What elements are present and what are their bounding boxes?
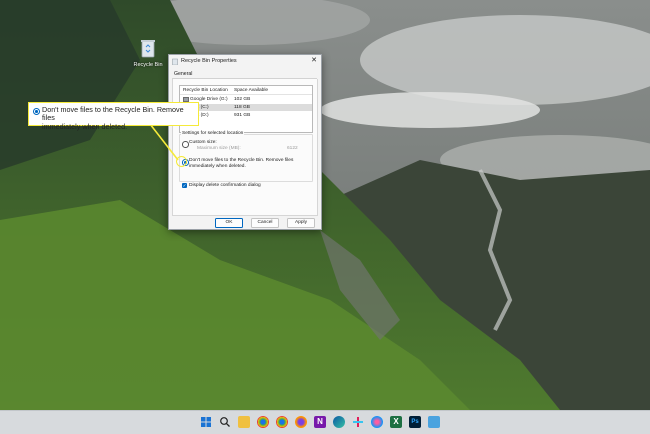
chrome-icon[interactable]	[257, 416, 269, 428]
list-item[interactable]: Disk (C:) 118 GB	[180, 104, 312, 111]
dont-move-files-label-line2: immediately when deleted.	[189, 163, 246, 169]
cancel-button[interactable]: Cancel	[251, 218, 279, 228]
callout-box: Don't move files to the Recycle Bin. Rem…	[28, 102, 199, 131]
firefox-icon[interactable]	[295, 416, 307, 428]
notepad-icon[interactable]	[428, 416, 440, 428]
photoshop-icon[interactable]: Ps	[409, 416, 421, 428]
apply-button[interactable]: Apply	[287, 218, 315, 228]
column-header-space[interactable]: Space Available	[234, 88, 268, 93]
onenote-icon[interactable]: N	[314, 416, 326, 428]
list-item[interactable]: Google Drive (G:) 102 GB	[180, 96, 312, 103]
callout-radio-icon	[33, 108, 40, 115]
dialog-title: Recycle Bin Properties	[181, 58, 237, 64]
callout-line2: immediately when deleted.	[42, 121, 128, 131]
column-header-location[interactable]: Recycle Bin Location	[183, 88, 228, 93]
list-header: Recycle Bin Location Space Available	[180, 86, 312, 95]
callout-text: Don't move files to the Recycle Bin. Rem…	[42, 105, 197, 131]
settings-group-label: Settings for selected location	[181, 131, 245, 136]
search-icon[interactable]	[219, 416, 231, 428]
custom-size-radio[interactable]	[182, 141, 189, 148]
confirm-delete-checkbox[interactable]: ✓	[182, 183, 187, 188]
callout-line1: Don't move files to the Recycle Bin. Rem…	[42, 105, 184, 123]
list-item[interactable]: Disk (D:) 931 GB	[180, 112, 312, 119]
excel-icon[interactable]: X	[390, 416, 402, 428]
max-size-input[interactable]: 6122	[287, 146, 298, 152]
recycle-bin-properties-dialog: Recycle Bin Properties ✕ General Recycle…	[168, 54, 322, 230]
taskbar: N X Ps	[0, 410, 650, 434]
desktop-wallpaper	[0, 0, 650, 410]
custom-size-label: Custom size:	[189, 140, 217, 145]
start-icon[interactable]	[200, 416, 212, 428]
slack-icon[interactable]	[352, 416, 364, 428]
file-explorer-icon[interactable]	[238, 416, 250, 428]
recycle-bin-icon	[172, 58, 178, 65]
space-available: 118 GB	[234, 105, 250, 110]
messenger-icon[interactable]	[371, 416, 383, 428]
desktop-recycle-bin[interactable]: Recycle Bin	[132, 38, 164, 68]
max-size-label: Maximum size (MB):	[197, 146, 241, 151]
tab-general[interactable]: General	[174, 71, 192, 77]
recycle-bin-icon	[141, 40, 155, 58]
location-list[interactable]: Recycle Bin Location Space Available Goo…	[179, 85, 313, 133]
recycle-bin-label: Recycle Bin	[133, 62, 163, 68]
dialog-titlebar[interactable]: Recycle Bin Properties ✕	[169, 55, 321, 68]
chrome-icon[interactable]	[276, 416, 288, 428]
highlight-ring	[176, 156, 187, 167]
close-icon[interactable]: ✕	[310, 57, 318, 65]
space-available: 931 GB	[234, 113, 251, 118]
ok-button[interactable]: OK	[215, 218, 243, 228]
confirm-delete-label: Display delete confirmation dialog	[189, 182, 261, 188]
edge-icon[interactable]	[333, 416, 345, 428]
space-available: 102 GB	[234, 97, 251, 102]
